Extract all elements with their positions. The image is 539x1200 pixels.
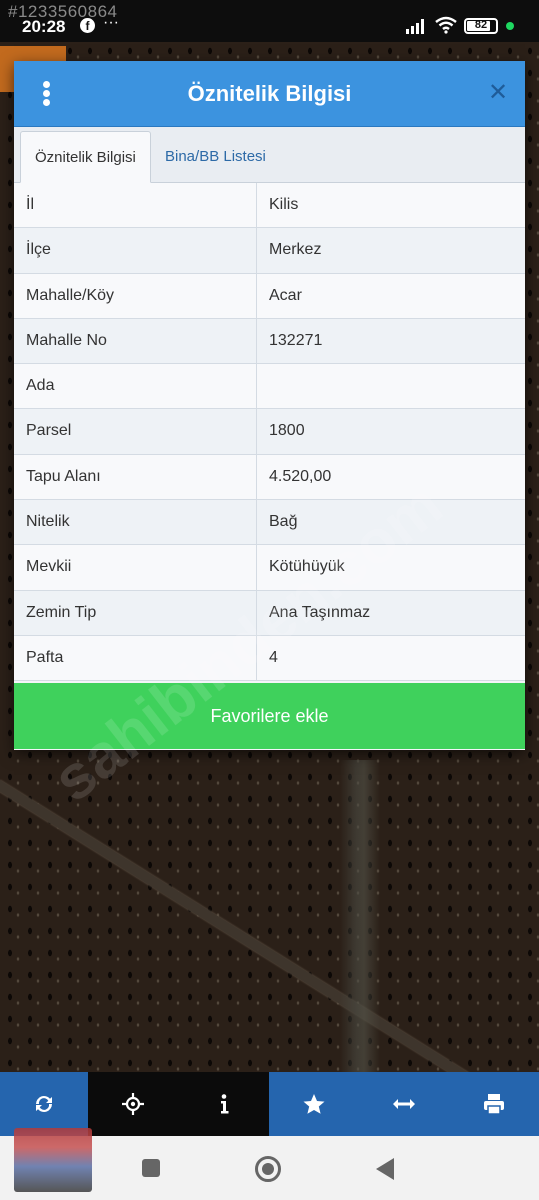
back-button[interactable]	[376, 1158, 394, 1180]
star-icon	[303, 1094, 325, 1114]
locate-button[interactable]	[88, 1072, 178, 1136]
refresh-icon	[35, 1095, 53, 1113]
table-row: Mevkii Kötühüyük	[14, 545, 525, 591]
favorites-button[interactable]	[269, 1072, 359, 1136]
attribute-key: Nitelik	[14, 500, 257, 545]
print-button[interactable]	[449, 1072, 539, 1136]
info-button[interactable]	[178, 1072, 269, 1136]
table-row: İl Kilis	[14, 183, 525, 229]
attribute-key: İlçe	[14, 228, 257, 273]
status-indicator-dot	[506, 22, 514, 30]
signal-icon	[406, 19, 424, 34]
recents-button[interactable]	[142, 1159, 160, 1177]
table-row: Ada	[14, 364, 525, 410]
bottom-toolbar	[0, 1072, 539, 1136]
attribute-value: Bağ	[269, 513, 298, 531]
attribute-dialog: Öznitelik Bilgisi ✕ Öznitelik Bilgisi Bi…	[14, 61, 525, 750]
attribute-value: Ana Taşınmaz	[269, 603, 371, 621]
attribute-key: Zemin Tip	[14, 590, 257, 635]
attribute-value: Merkez	[269, 241, 322, 259]
locate-icon	[122, 1093, 144, 1115]
add-favorite-button[interactable]: Favorilere ekle	[14, 683, 525, 749]
attribute-value: Acar	[269, 286, 302, 304]
attribute-value: Kilis	[269, 196, 299, 213]
attribute-key: Tapu Alanı	[14, 454, 257, 500]
attribute-key: İl	[14, 183, 257, 228]
attribute-key: Mevkii	[14, 545, 257, 590]
table-row: Pafta 4	[14, 635, 525, 682]
attribute-value	[257, 364, 525, 408]
map-path	[340, 760, 380, 1080]
attribute-key: Parsel	[14, 409, 257, 454]
refresh-button[interactable]	[0, 1072, 88, 1136]
table-row: Nitelik Bağ	[14, 500, 525, 546]
attribute-value: 1800	[269, 422, 305, 440]
table-row: Mahalle No 132271	[14, 318, 525, 365]
dialog-tabs: Öznitelik Bilgisi Bina/BB Listesi	[14, 127, 525, 183]
attribute-key: Mahalle/Köy	[14, 273, 257, 318]
attribute-table: İl Kilis İlçe Merkez Mahalle/Köy Acar Mahalle …	[14, 183, 525, 682]
table-row: Parsel 1800	[14, 409, 525, 455]
close-icon[interactable]: ✕	[484, 79, 512, 107]
dialog-title: Öznitelik Bilgisi	[187, 81, 352, 106]
attribute-value: 4.520,00	[269, 467, 332, 485]
facebook-icon: f	[80, 18, 95, 33]
attribute-value: 4	[269, 648, 278, 666]
tab-attribute-info[interactable]: Öznitelik Bilgisi	[20, 131, 151, 183]
more-notifications-icon: ···	[103, 14, 119, 31]
realty-logo-stamp	[14, 1128, 92, 1192]
wifi-icon	[435, 16, 457, 34]
table-row: Tapu Alanı 4.520,00	[14, 454, 525, 501]
attribute-value: Kötühüyük	[269, 558, 345, 576]
print-icon	[484, 1094, 504, 1115]
attribute-value: 132271	[269, 331, 323, 349]
attribute-key: Pafta	[14, 635, 257, 681]
status-bar: 20:28 #1233560864 f ··· 82	[0, 0, 539, 42]
home-button[interactable]	[255, 1156, 281, 1182]
info-icon	[220, 1094, 228, 1114]
battery-level: 82	[474, 19, 488, 31]
listing-id-watermark: #1233560864	[8, 2, 118, 21]
attribute-key: Mahalle No	[14, 318, 257, 364]
dialog-header: Öznitelik Bilgisi ✕	[14, 61, 525, 127]
tab-building-list[interactable]: Bina/BB Listesi	[151, 131, 280, 183]
table-row: Mahalle/Köy Acar	[14, 273, 525, 319]
table-row: Zemin Tip Ana Taşınmaz	[14, 590, 525, 636]
attribute-key: Ada	[14, 364, 257, 409]
measure-icon	[393, 1099, 415, 1109]
battery-icon: 82	[464, 18, 498, 34]
measure-button[interactable]	[359, 1072, 449, 1136]
table-row: İlçe Merkez	[14, 228, 525, 274]
